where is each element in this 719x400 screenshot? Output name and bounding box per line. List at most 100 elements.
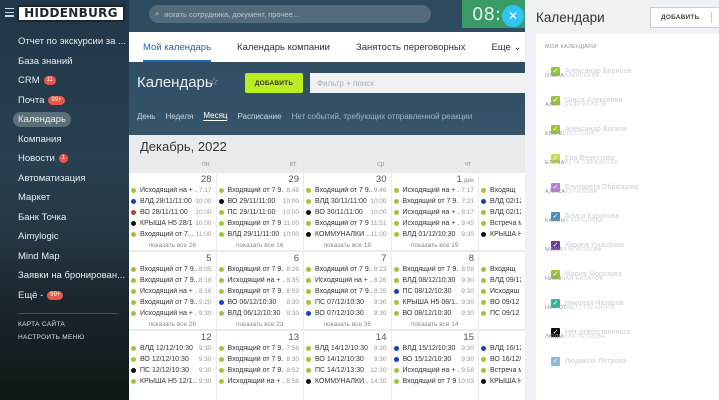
view-option[interactable]: Неделя xyxy=(165,112,193,121)
calendar-event[interactable]: Входящий от 7... 11:00 xyxy=(131,229,212,240)
calendar-event[interactable]: ВО 30/11/11:00 10:00 xyxy=(306,207,387,218)
view-option[interactable]: Месяц xyxy=(203,111,228,121)
calendar-event[interactable]: Исходящий на + ... 9:45 xyxy=(393,218,474,229)
calendar-event[interactable]: Исходящий на + ... 8:56 xyxy=(218,376,299,387)
sidebar-item[interactable]: Автоматизация xyxy=(0,169,129,189)
star-icon[interactable]: ☆ xyxy=(209,75,219,88)
calendar-event[interactable]: ВЛД 08/12/10:30 9:30 xyxy=(393,275,474,286)
calendar-event[interactable]: ВЛД 12/12/10:30 9:30 xyxy=(131,343,212,354)
sidebar-item[interactable]: Компания xyxy=(0,130,129,150)
show-all-link[interactable]: показать все 23 xyxy=(217,321,304,328)
calendar-event[interactable]: ВО 07/12/10:30 9:30 xyxy=(306,308,387,319)
sidebar-item[interactable]: Календарь xyxy=(0,110,129,130)
panel-add-button[interactable]: ДОБАВИТЬ ⌄ xyxy=(650,7,719,28)
day-cell[interactable]: 7 Входящий от 7 9... 8:23 Исходящий на + ..… xyxy=(304,252,391,329)
calendar-event[interactable]: Входящий от 7 9... 8:59 xyxy=(218,286,299,297)
calendar-event[interactable]: Входящий от 7 9... 7:56 xyxy=(218,343,299,354)
calendar-event[interactable]: Входящий от 7 9... 9:46 xyxy=(306,185,387,196)
sidebar-item[interactable]: Aimylogic xyxy=(0,227,129,247)
calendar-event[interactable]: ВЛД 06/12/10:30 9:30 xyxy=(218,308,299,319)
sidebar-item[interactable]: Новости 1 xyxy=(0,149,129,169)
calendar-event[interactable]: Входящ xyxy=(481,264,521,275)
calendar-event[interactable]: ВО 06/12/10:30 8:30 xyxy=(218,297,299,308)
calendar-item[interactable]: ✓ Людмила Петрова xyxy=(551,356,626,367)
show-all-link[interactable]: показать все 19 xyxy=(392,242,479,249)
calendar-event[interactable]: Входящ xyxy=(481,185,521,196)
calendar-event[interactable]: ПС 12/12/10:30 9:30 xyxy=(131,365,212,376)
calendar-event[interactable]: ПС 07/12/10:30 9:30 xyxy=(306,297,387,308)
calendar-event[interactable]: КРЫША Н5 12/1... 9:30 xyxy=(131,376,212,387)
calendar-event[interactable]: Входящий от 7 9...10:03 xyxy=(393,376,474,387)
calendar-event[interactable]: ВЛД 01/12/10:30 9:30 xyxy=(393,229,474,240)
calendar-event[interactable]: ВО 08/12/10:30 9:30 xyxy=(393,308,474,319)
calendar-event[interactable]: Исходящий на + ... 8:16 xyxy=(131,286,212,297)
sidebar-item[interactable]: Ещё -99+ xyxy=(0,286,129,306)
calendar-event[interactable]: Исходящий на + ... 8:26 xyxy=(306,275,387,286)
calendar-event[interactable]: ВЛД 02/12 xyxy=(481,207,521,218)
calendar-event[interactable]: ВЛД 28/11/11:00 10:00 xyxy=(131,196,212,207)
calendar-event[interactable]: ВО 16/12/ xyxy=(481,354,521,365)
calendar-event[interactable]: Входящий от 7 9... 8:35 xyxy=(306,286,387,297)
calendar-event[interactable]: Входящий от 7 9... 8:52 xyxy=(218,365,299,376)
checkbox-checked[interactable]: ✓ xyxy=(551,357,560,366)
calendar-event[interactable]: ПС 09/12 xyxy=(481,308,521,319)
sidebar-item[interactable]: CRM 11 xyxy=(0,71,129,91)
tab-item[interactable]: Мой календарь xyxy=(143,32,212,62)
show-all-link[interactable]: показать все 26 xyxy=(129,321,216,328)
calendar-event[interactable]: Входящий от 7 9... 8:05 xyxy=(131,264,212,275)
show-all-link[interactable]: показать все 36 xyxy=(304,321,391,328)
calendar-event[interactable]: ВО 09/12 xyxy=(481,297,521,308)
calendar-event[interactable]: ВО 28/11/11:00 10:00 xyxy=(131,207,212,218)
view-option[interactable]: Расписание xyxy=(237,112,281,121)
tab-item[interactable]: Календарь компании xyxy=(237,32,330,62)
add-event-button[interactable]: ДОБАВИТЬ xyxy=(245,73,303,93)
calendar-event[interactable]: Исходящий на + ... 8:17 xyxy=(393,207,474,218)
calendar-event[interactable]: ВЛД 15/12/10:30 9:30 xyxy=(393,343,474,354)
calendar-event[interactable]: Встреча ме xyxy=(481,365,521,376)
sidebar-footer-link[interactable]: НАСТРОИТЬ МЕНЮ xyxy=(0,331,129,344)
close-panel-button[interactable]: ✕ xyxy=(502,5,524,27)
calendar-event[interactable]: Исходящий на + ... 7:17 xyxy=(131,185,212,196)
calendar-event[interactable]: ПС 29/11/11:00 10:00 xyxy=(218,207,299,218)
day-cell[interactable]: 13 Входящий от 7 9... 7:56 Входящий от 7 9.… xyxy=(216,331,303,400)
calendar-event[interactable]: ВО 29/11/11:00 10:00 xyxy=(218,196,299,207)
day-cell[interactable]: 28 Исходящий на + ... 7:17 ВЛД 28/11/11:00 1… xyxy=(129,173,216,250)
sidebar-item[interactable]: Mind Map xyxy=(0,247,129,267)
show-all-link[interactable]: показать все 14 xyxy=(392,321,479,328)
sidebar-item[interactable]: Почта 99+ xyxy=(0,91,129,111)
sidebar-item[interactable]: Отчет по экскурсии за ... xyxy=(0,32,129,52)
day-cell[interactable]: 6 Входящий от 7 9... 8:26 Исходящий на + ..… xyxy=(216,252,304,329)
calendar-event[interactable]: Входящий от 7 9... 8:48 xyxy=(218,185,299,196)
calendar-event[interactable]: Входящий от 7 9... 7:21 xyxy=(393,196,474,207)
day-cell[interactable]: 30 Входящий от 7 9... 9:46 ВЛД 30/11/11:00 1… xyxy=(304,173,391,250)
tab-item[interactable]: Еще ⌄ xyxy=(492,32,522,62)
calendar-event[interactable]: КОММУНАЛКИ ... 11:00 xyxy=(306,229,387,240)
day-cell[interactable]: 29 Входящий от 7 9... 8:48 ВО 29/11/11:00 10… xyxy=(216,173,303,250)
sidebar-item[interactable]: Заявки на бронирован... xyxy=(0,266,129,286)
day-cell[interactable]: 14 ВЛД 14/12/10:30 9:30 ВО 14/12/10:30 9:30 П… xyxy=(304,331,391,400)
calendar-event[interactable]: ПС 14/12/13:30 12:30 xyxy=(306,365,387,376)
calendar-event[interactable]: КРЫША Н5 08/1... 9:30 xyxy=(393,297,474,308)
calendar-event[interactable]: Входящий от 7 9... 8:23 xyxy=(306,264,387,275)
calendar-event[interactable]: ВЛД 09/12 xyxy=(481,275,521,286)
tab-item[interactable]: Занятость переговорных xyxy=(356,32,466,62)
calendar-event[interactable]: Входящий от 7 9... 11:00 xyxy=(218,218,299,229)
day-cell[interactable]: Входящ ВЛД 09/12 Исходяш ВО 09/12 ПС 09/12 xyxy=(479,252,525,329)
pending-events-notice[interactable]: Нет событий, требующих отправленной реак… xyxy=(292,112,473,121)
day-cell[interactable]: 8 Входящий от 7 9... 8:08 ВЛД 08/12/10:30 9:… xyxy=(391,252,479,329)
show-all-link[interactable]: показать все 26 xyxy=(129,242,216,249)
calendar-event[interactable]: Входящий от 7 9... 8:26 xyxy=(218,264,299,275)
calendar-event[interactable]: Исходящий на + ... 9:58 xyxy=(393,365,474,376)
sidebar-item[interactable]: Маркет xyxy=(0,188,129,208)
sidebar-footer-link[interactable]: КАРТА САЙТА xyxy=(0,318,129,331)
calendar-event[interactable]: Входящий от 7 9... 8:30 xyxy=(218,354,299,365)
calendar-event[interactable]: КОММУНАЛКИ ... 14:30 xyxy=(306,376,387,387)
calendar-event[interactable]: КРЫША Н5 xyxy=(481,376,521,387)
day-cell[interactable]: ВЛД 16/12 ВО 16/12/Встреча ме КРЫША Н5 xyxy=(479,331,525,400)
calendar-event[interactable]: КРЫША Н5 28/1... 10:00 xyxy=(131,218,212,229)
calendar-event[interactable]: Входящий от 7 9... 11:51 xyxy=(306,218,387,229)
calendar-event[interactable]: ПС 08/12/10:30 9:30 xyxy=(393,286,474,297)
day-cell[interactable]: Входящ ВЛД 02/12 ВЛД 02/12 Встреча ме КРЫША … xyxy=(479,173,525,250)
calendar-event[interactable]: ВО 14/12/10:30 9:30 xyxy=(306,354,387,365)
calendar-event[interactable]: Входящий от 7 9... 9:20 xyxy=(131,297,212,308)
